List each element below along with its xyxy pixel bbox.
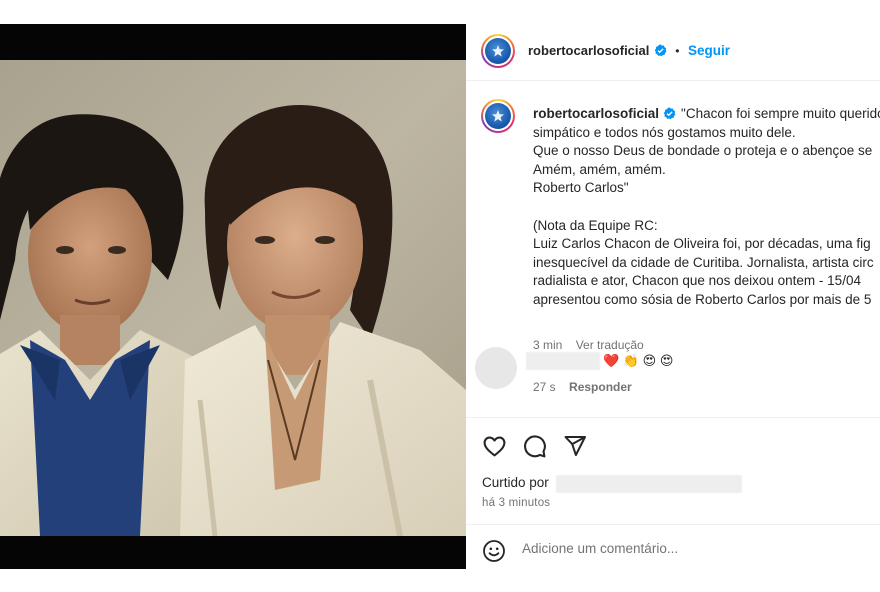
post-actions [466, 432, 880, 472]
post-header: robertocarlosoficial • Seguir [466, 24, 880, 81]
comment-reactions: ❤️ 👏 😍 😍 [603, 353, 673, 369]
caption-line: Luiz Carlos Chacon de Oliveira foi, por … [533, 236, 871, 252]
caption-line: inesquecível da cidade de Curitiba. Jorn… [533, 254, 874, 270]
caption-line: Roberto Carlos" [533, 180, 629, 196]
comment-avatar[interactable] [475, 347, 517, 389]
comment-username-blurred[interactable] [526, 352, 600, 370]
emoji-icon[interactable] [482, 539, 506, 563]
liked-by-users-blurred[interactable] [556, 475, 742, 493]
comment-composer [466, 524, 880, 569]
share-icon[interactable] [563, 434, 587, 458]
post-time-ago: há 3 minutos [482, 497, 551, 509]
caption-avatar[interactable] [481, 99, 515, 133]
heart-eyes-emoji-icon: 😍 [642, 353, 657, 368]
clap-emoji-icon: 👏 [622, 353, 639, 368]
caption-time: 3 min [533, 338, 563, 352]
reply-button[interactable]: Responder [569, 380, 632, 394]
caption-line [533, 198, 880, 217]
liked-by-label: Curtido por [482, 475, 549, 490]
translate-link[interactable]: Ver tradução [576, 338, 644, 352]
caption-line: Que o nosso Deus de bondade o proteja e … [533, 143, 873, 159]
liked-by: Curtido por [482, 475, 549, 490]
comment-meta: 27 s Responder [533, 380, 632, 394]
comment-time: 27 s [533, 380, 556, 394]
separator-dot: • [675, 44, 680, 58]
caption-line: simpático e todos nós gostamos muito del… [533, 124, 796, 140]
instagram-post-modal: robertocarlosoficial • Seguir robertocar… [0, 24, 880, 569]
star-logo-icon [492, 110, 504, 122]
caption-area: robertocarlosoficial "Chacon foi sempre … [466, 81, 880, 418]
follow-button[interactable]: Seguir [688, 43, 730, 58]
post-side-panel: robertocarlosoficial • Seguir robertocar… [466, 24, 880, 569]
author-avatar[interactable] [481, 34, 515, 68]
heart-eyes-emoji-icon: 😍 [659, 353, 674, 368]
author-username[interactable]: robertocarlosoficial [528, 43, 649, 58]
star-logo-icon [492, 45, 504, 57]
post-photo[interactable] [0, 60, 466, 536]
caption-line: Amém, amém, amém. [533, 161, 666, 177]
post-photo-panel [0, 24, 466, 569]
caption-username[interactable]: robertocarlosoficial [533, 106, 659, 121]
caption-line: radialista e ator, Chacon que nos deixou… [533, 273, 861, 289]
verified-badge-icon [663, 107, 676, 120]
caption-line: (Nota da Equipe RC: [533, 217, 658, 233]
comment-input[interactable] [522, 537, 852, 559]
heart-emoji-icon: ❤️ [603, 353, 620, 368]
caption-text: robertocarlosoficial "Chacon foi sempre … [533, 105, 880, 310]
verified-badge-icon [654, 44, 667, 57]
caption-line: apresentou como sósia de Roberto Carlos … [533, 291, 872, 307]
caption-meta: 3 min Ver tradução [533, 338, 644, 352]
comment-icon[interactable] [522, 434, 547, 459]
heart-icon[interactable] [482, 434, 507, 459]
caption-line: "Chacon foi sempre muito querido [681, 106, 880, 121]
